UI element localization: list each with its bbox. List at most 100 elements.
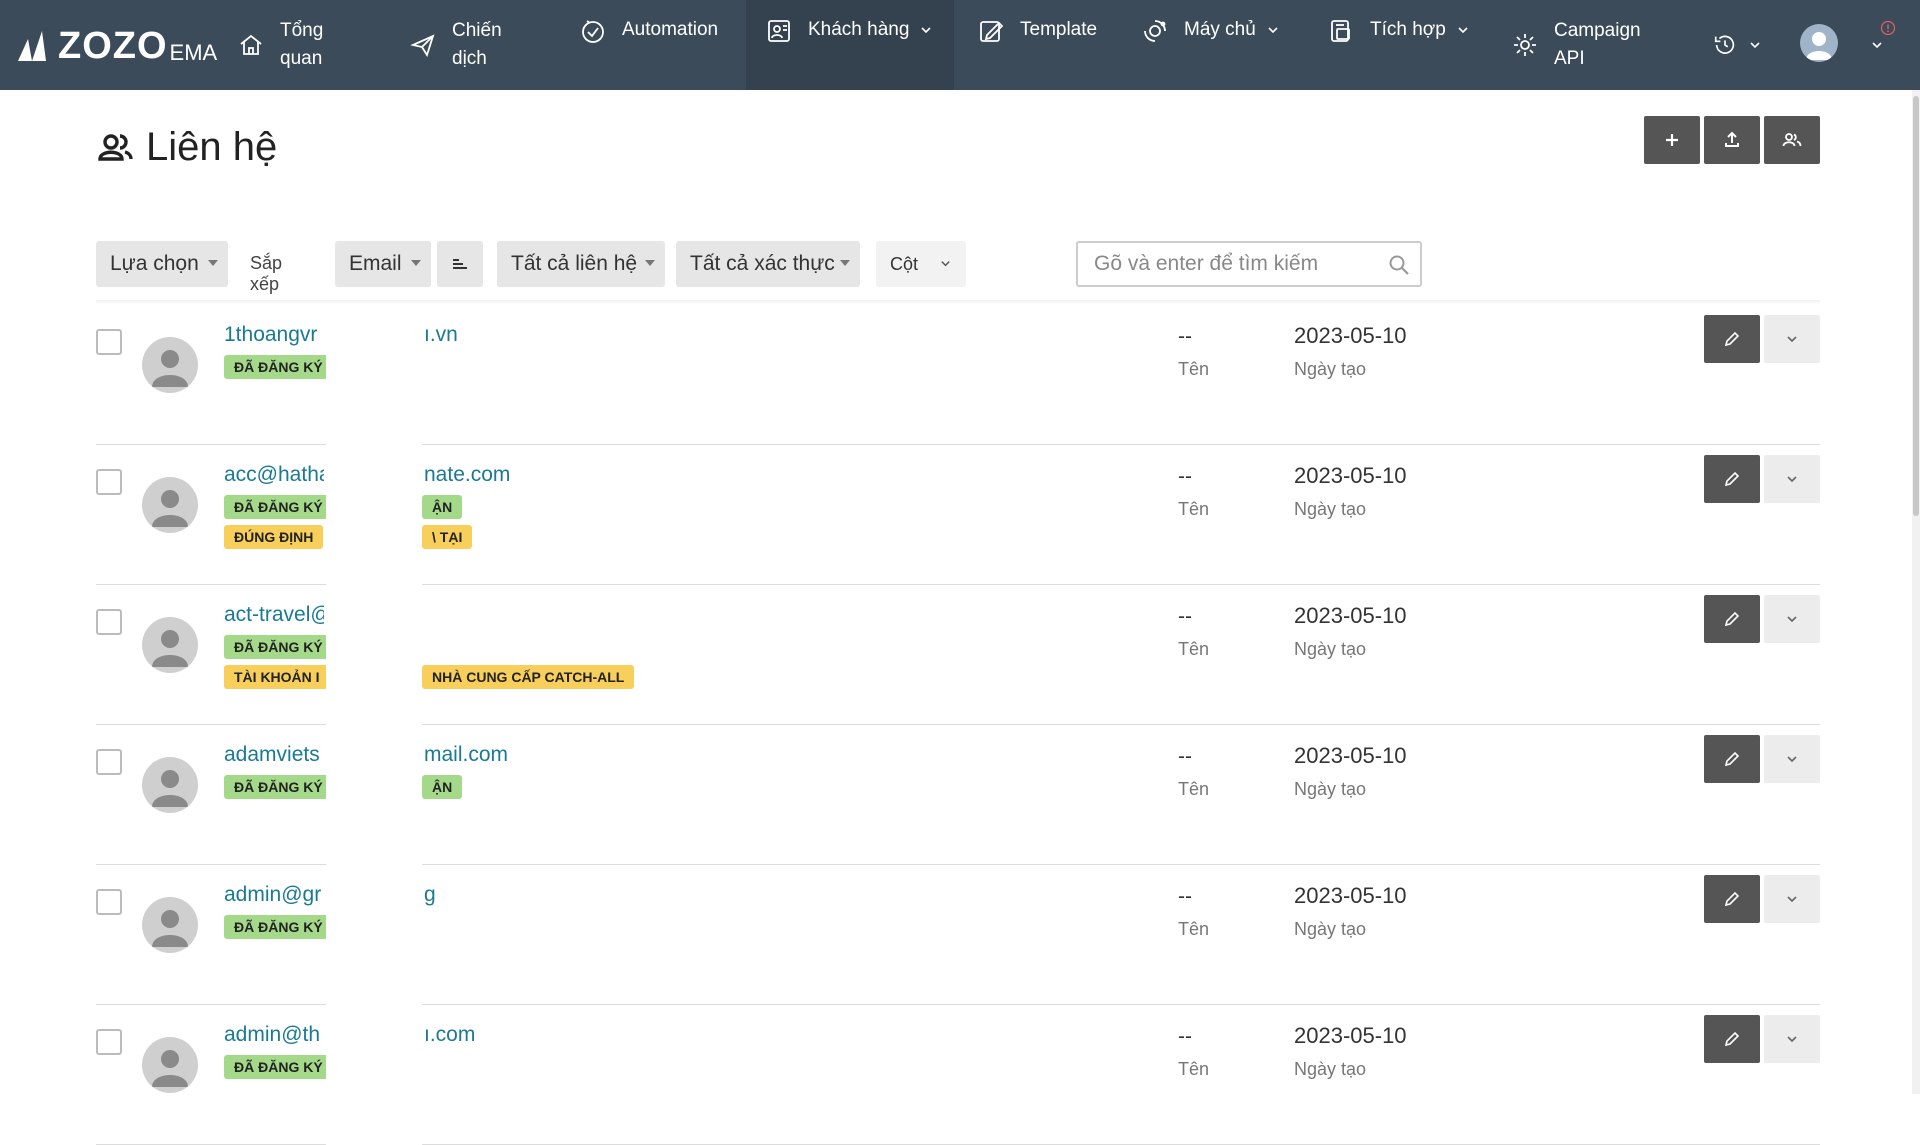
- columns-dropdown[interactable]: Cột: [876, 241, 966, 287]
- row-checkbox[interactable]: [96, 329, 122, 355]
- status-badge: ĐÃ ĐĂNG KÝ: [224, 775, 333, 799]
- contact-avatar: [142, 757, 198, 813]
- nav-integration[interactable]: Tích hợp: [1326, 0, 1470, 90]
- notification-alert-icon[interactable]: [1880, 20, 1896, 36]
- status-badge: ẬN: [422, 495, 463, 519]
- created-column-label: Ngày tạo: [1294, 359, 1367, 379]
- bulk-select-dropdown[interactable]: Lựa chọn: [96, 241, 228, 287]
- email-start[interactable]: acc@hatha: [224, 463, 324, 487]
- nav-overview[interactable]: Tổng quan: [236, 0, 323, 90]
- column-gap: [326, 1005, 422, 1145]
- verification-filter-dropdown[interactable]: Tất cả xác thực: [676, 241, 860, 287]
- row-checkbox[interactable]: [96, 609, 122, 635]
- contacts-filter-dropdown[interactable]: Tất cả liên hệ: [497, 241, 665, 287]
- search-icon: [1389, 255, 1409, 275]
- history-menu[interactable]: [1712, 0, 1762, 90]
- sort-field-dropdown[interactable]: Email: [335, 241, 431, 287]
- email-start[interactable]: admin@th: [224, 1023, 324, 1047]
- nav-template-label: Template: [1020, 19, 1098, 40]
- email-start[interactable]: admin@gr: [224, 883, 324, 907]
- pencil-icon: [1724, 891, 1740, 907]
- email-start[interactable]: 1thoangvr: [224, 323, 324, 347]
- created-column-label: Ngày tạo: [1294, 1059, 1367, 1079]
- edit-contact-button[interactable]: [1704, 875, 1760, 923]
- contacts-icon: [98, 133, 133, 161]
- import-contacts-button[interactable]: [1704, 116, 1760, 164]
- nav-integration-label: Tích hợp: [1370, 19, 1446, 40]
- created-column-label: Ngày tạo: [1294, 639, 1367, 659]
- user-silhouette-icon: [152, 910, 188, 947]
- nav-automation[interactable]: Automation: [578, 0, 718, 90]
- row-checkbox[interactable]: [96, 889, 122, 915]
- contact-name: --: [1178, 1025, 1192, 1048]
- email-start[interactable]: adamviets: [224, 743, 324, 767]
- contact-row[interactable]: 1thoangvr ı.vn ĐÃ ĐĂNG KÝ -- Tên 2023-05-10 Ng…: [96, 305, 1820, 445]
- sort-label: Sắp xếp: [250, 253, 283, 294]
- edit-contact-button[interactable]: [1704, 595, 1760, 643]
- group-contacts-button[interactable]: [1764, 116, 1820, 164]
- edit-contact-button[interactable]: [1704, 455, 1760, 503]
- status-badge: TÀI KHOẢN I: [224, 665, 330, 689]
- nav-campaigns[interactable]: Chiến dịch: [408, 0, 502, 90]
- created-column-label: Ngày tạo: [1294, 919, 1367, 939]
- user-menu-toggle[interactable]: [1860, 0, 1884, 90]
- row-actions-dropdown[interactable]: [1764, 315, 1820, 363]
- row-actions-dropdown[interactable]: [1764, 455, 1820, 503]
- page-scrollbar-thumb[interactable]: [1913, 96, 1919, 516]
- email-start[interactable]: act-travel@: [224, 603, 324, 627]
- status-badge: ĐÃ ĐĂNG KÝ: [224, 355, 333, 379]
- automation-icon: [578, 16, 608, 46]
- caret-down-icon: [411, 260, 421, 266]
- edit-contact-button[interactable]: [1704, 315, 1760, 363]
- email-end[interactable]: ı.vn: [424, 323, 458, 347]
- email-end[interactable]: mail.com: [424, 743, 508, 767]
- row-checkbox[interactable]: [96, 1029, 122, 1055]
- nav-customers[interactable]: Khách hàng: [746, 0, 954, 90]
- nav-template[interactable]: Template: [976, 0, 1097, 90]
- user-avatar[interactable]: [1800, 24, 1838, 62]
- nav-campaigns-label-1: Chiến: [452, 20, 502, 41]
- row-checkbox[interactable]: [96, 749, 122, 775]
- brand-logo[interactable]: ZOZO EMA: [14, 20, 217, 72]
- nav-overview-label-2: quan: [280, 48, 323, 69]
- search-input[interactable]: Gõ và enter để tìm kiếm: [1076, 241, 1422, 287]
- email-end[interactable]: nate.com: [424, 463, 510, 487]
- page-title: Liên hệ: [96, 125, 277, 170]
- nav-automation-label: Automation: [622, 19, 719, 40]
- status-badge: ĐÃ ĐĂNG KÝ: [224, 1055, 333, 1079]
- user-silhouette-icon: [152, 350, 188, 387]
- row-checkbox[interactable]: [96, 469, 122, 495]
- email-end[interactable]: g: [424, 883, 436, 907]
- send-icon: [408, 30, 438, 60]
- integration-icon: [1326, 16, 1356, 46]
- row-actions-dropdown[interactable]: [1764, 735, 1820, 783]
- pencil-icon: [1724, 1031, 1740, 1047]
- contact-row[interactable]: acc@hatha nate.com ĐÃ ĐĂNG KÝ ĐÚNG ĐỊNH ẬN \ …: [96, 445, 1820, 585]
- chevron-down-icon: [1872, 42, 1882, 49]
- contact-row[interactable]: admin@th ı.com ĐÃ ĐĂNG KÝ -- Tên 2023-05-10 Ng…: [96, 1005, 1820, 1145]
- row-actions-dropdown[interactable]: [1764, 875, 1820, 923]
- contact-row[interactable]: adamviets mail.com ĐÃ ĐĂNG KÝ ẬN -- Tên 2023-0…: [96, 725, 1820, 865]
- sort-lines-icon: [453, 259, 467, 269]
- contact-row[interactable]: admin@gr g ĐÃ ĐĂNG KÝ -- Tên 2023-05-10 Ngày t…: [96, 865, 1820, 1005]
- row-actions-dropdown[interactable]: [1764, 595, 1820, 643]
- edit-contact-button[interactable]: [1704, 1015, 1760, 1063]
- row-actions-dropdown[interactable]: [1764, 1015, 1820, 1063]
- chevron-down-icon: [1268, 27, 1278, 34]
- nav-campaign-api[interactable]: Campaign API: [1510, 0, 1641, 90]
- created-date: 2023-05-10: [1294, 603, 1407, 628]
- status-badge: ĐÚNG ĐỊNH: [224, 525, 324, 549]
- history-icon: [1714, 35, 1735, 54]
- name-column-label: Tên: [1178, 499, 1210, 519]
- edit-contact-button[interactable]: [1704, 735, 1760, 783]
- email-end[interactable]: ı.com: [424, 1023, 475, 1047]
- sort-direction-button[interactable]: [437, 241, 483, 287]
- status-badge: \ TẠI: [422, 525, 473, 549]
- contact-row[interactable]: act-travel@ ĐÃ ĐĂNG KÝ TÀI KHOẢN I NHÀ CUNG…: [96, 585, 1820, 725]
- nav-overview-label-1: Tổng: [280, 20, 324, 41]
- add-contact-button[interactable]: [1644, 116, 1700, 164]
- contact-avatar: [142, 617, 198, 673]
- nav-servers[interactable]: Máy chủ: [1140, 0, 1280, 90]
- chevron-down-icon: [1787, 896, 1797, 903]
- caret-down-icon: [645, 260, 655, 266]
